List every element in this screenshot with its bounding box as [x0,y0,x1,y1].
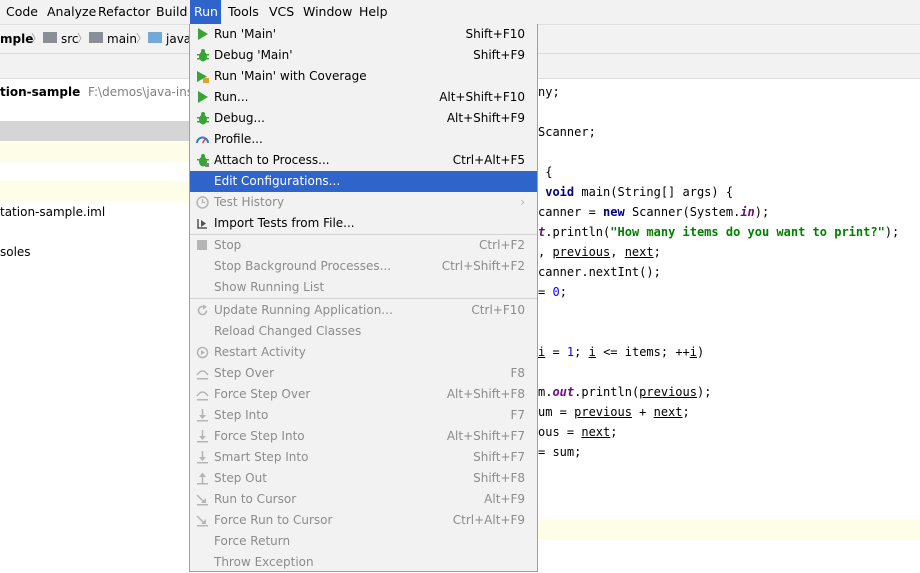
menu-item-force-return[interactable]: Force Return [190,531,537,552]
menu-separator [190,298,537,299]
tree-row-consoles[interactable]: soles [0,242,190,262]
menu-item-run-main[interactable]: Run 'Main' Shift+F10 [190,24,537,45]
code-line: m.out.println(previous); [538,385,712,399]
force-step-over-icon [196,391,209,401]
project-root-label: tion-sample [0,85,81,99]
menu-bar: Code Analyze Refactor Build Run Tools VC… [0,0,920,25]
profile-icon [196,136,209,144]
code-line: Scanner; [538,125,596,139]
menu-item-run-to-cursor[interactable]: Run to Cursor Alt+F9 [190,489,537,510]
tree-row-selected[interactable] [0,121,190,141]
menu-run[interactable]: Run [190,0,221,24]
force-step-into-icon [197,430,208,443]
stop-icon [197,240,207,250]
run-to-cursor-icon [196,494,208,506]
menu-item-restart-activity[interactable]: Restart Activity [190,342,537,363]
code-editor[interactable]: ny; Scanner; { void main(String[] args) … [538,79,920,572]
menu-item-reload-changed-classes[interactable]: Reload Changed Classes [190,321,537,342]
code-line: um = previous + next; [538,405,690,419]
menu-analyze[interactable]: Analyze [43,0,100,24]
menu-item-debug-main[interactable]: Debug 'Main' Shift+F9 [190,45,537,66]
menu-refactor[interactable]: Refactor [94,0,154,24]
menu-help[interactable]: Help [355,0,392,24]
folder-icon [89,32,103,43]
step-into-icon [197,409,208,422]
code-line: i = 1; i <= items; ++i) [538,345,705,359]
menu-item-force-run-to-cursor[interactable]: Force Run to Cursor Ctrl+Alt+F9 [190,510,537,531]
code-line: = sum; [538,445,582,459]
code-line: void main(String[] args) { [545,185,734,199]
restart-icon [196,346,209,359]
breadcrumb-java[interactable]: java [166,25,191,53]
step-out-icon [197,472,208,485]
run-menu-dropdown: Run 'Main' Shift+F10 Debug 'Main' Shift+… [189,24,538,572]
menu-item-edit-configurations[interactable]: Edit Configurations... [190,171,537,192]
code-line: canner = new Scanner(System.in); [538,205,770,219]
step-over-icon [196,370,209,380]
menu-item-import-tests[interactable]: Import Tests from File... [190,213,537,234]
menu-item-run-with-coverage[interactable]: Run 'Main' with Coverage [190,66,537,87]
menu-tools[interactable]: Tools [224,0,263,24]
menu-item-test-history[interactable]: Test History › [190,192,537,213]
menu-item-throw-exception[interactable]: Throw Exception [190,552,537,573]
folder-icon [43,32,57,43]
breadcrumb-main[interactable]: main [107,25,137,53]
menu-vcs[interactable]: VCS [265,0,298,24]
menu-item-profile[interactable]: Profile... [190,129,537,150]
update-icon [197,304,208,316]
run-icon [198,28,208,40]
import-icon [197,219,207,229]
code-line: canner.nextInt(); [538,265,661,279]
menu-item-force-step-into[interactable]: Force Step Into Alt+Shift+F7 [190,426,537,447]
menu-item-step-over[interactable]: Step Over F8 [190,363,537,384]
menu-build[interactable]: Build [152,0,191,24]
menu-code[interactable]: Code [2,0,42,24]
tree-row-iml[interactable]: tation-sample.iml [0,202,190,222]
clock-icon [196,196,209,209]
run-icon [198,91,208,103]
menu-item-smart-step-into[interactable]: Smart Step Into Shift+F7 [190,447,537,468]
breadcrumb-project[interactable]: mple [0,25,33,53]
tree-row[interactable] [0,181,190,201]
breadcrumb-src[interactable]: src [61,25,79,53]
menu-item-attach-to-process[interactable]: Attach to Process... Ctrl+Alt+F5 [190,150,537,171]
project-panel: tion-sample F:\demos\java-instrum tation… [0,79,190,572]
force-run-to-cursor-icon [196,515,208,527]
current-line-highlight [538,519,920,539]
menu-item-step-into[interactable]: Step Into F7 [190,405,537,426]
debug-icon [197,112,209,125]
smart-step-into-icon [197,451,208,464]
menu-item-stop[interactable]: Stop Ctrl+F2 [190,235,537,256]
chevron-right-icon: 〉 [77,32,88,45]
menu-window[interactable]: Window [299,0,356,24]
code-line: t.println("How many items do you want to… [538,225,900,239]
menu-item-update-running-application[interactable]: Update Running Application... Ctrl+F10 [190,300,537,321]
code-line: { [538,165,553,179]
tree-row[interactable] [0,142,190,162]
menu-item-run[interactable]: Run... Alt+Shift+F10 [190,87,537,108]
chevron-right-icon: 〉 [31,32,42,45]
code-line: = 0; [538,285,567,299]
code-line: , previous, next; [538,245,661,259]
code-line: ny; [538,85,560,99]
menu-item-step-out[interactable]: Step Out Shift+F8 [190,468,537,489]
menu-item-show-running-list[interactable]: Show Running List [190,277,537,298]
submenu-arrow-icon: › [520,195,525,209]
chevron-right-icon: 〉 [136,32,147,45]
coverage-icon [197,71,209,83]
menu-item-stop-background[interactable]: Stop Background Processes... Ctrl+Shift+… [190,256,537,277]
project-root-path: F:\demos\java-instrum [88,85,190,99]
code-line: ous = next; [538,425,618,439]
debug-icon [197,49,209,62]
project-root-row[interactable]: tion-sample F:\demos\java-instrum [0,82,190,102]
menu-item-force-step-over[interactable]: Force Step Over Alt+Shift+F8 [190,384,537,405]
menu-item-debug[interactable]: Debug... Alt+Shift+F9 [190,108,537,129]
attach-icon [197,154,209,167]
source-folder-icon [148,32,162,43]
